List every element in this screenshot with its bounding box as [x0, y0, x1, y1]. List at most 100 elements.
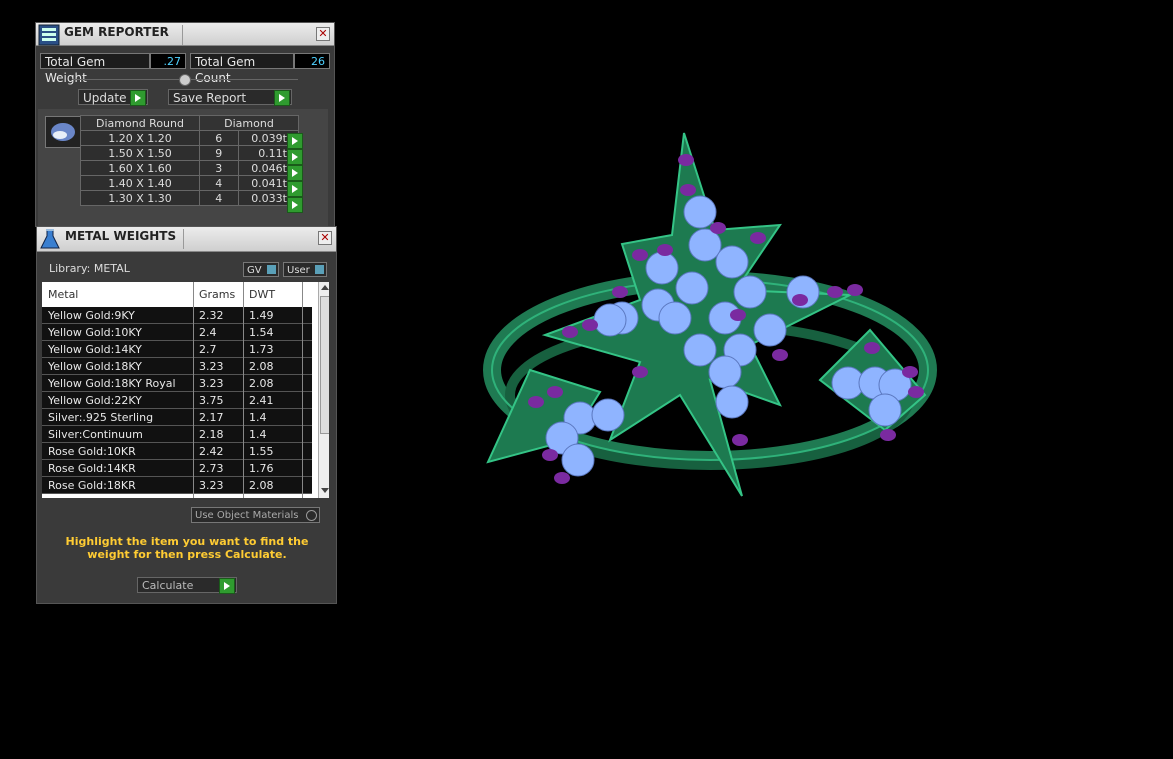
prong	[582, 319, 598, 331]
prong	[710, 222, 726, 234]
metal-weights-title: METAL WEIGHTS	[65, 229, 177, 243]
gem-row[interactable]: 1.20 X 1.20 6 0.039tw	[80, 130, 299, 146]
diamond-gem	[683, 333, 717, 367]
collapse-toggle-icon[interactable]	[179, 74, 191, 86]
gem-shape-header: Diamond Round	[80, 115, 200, 131]
gem-size: 1.20 X 1.20	[80, 130, 200, 146]
titlebar-divider	[183, 229, 184, 249]
metal-metal-cell: Yellow Gold:14KY	[48, 343, 142, 356]
column-divider	[243, 282, 244, 498]
diamond-gem	[715, 385, 749, 419]
prong	[678, 154, 694, 166]
prong	[542, 449, 558, 461]
prong	[528, 396, 544, 408]
metal-metal-cell: Rose Gold:14KR	[48, 462, 136, 475]
metal-metal-cell: Rose Gold:18KR	[48, 479, 136, 492]
gv-toggle-label: GV	[247, 265, 262, 276]
calculate-hint: Highlight the item you want to find the …	[65, 535, 309, 561]
prong	[554, 472, 570, 484]
metal-metal-cell: Rose Gold:10KR	[48, 445, 136, 458]
user-toggle-label: User	[287, 265, 310, 276]
select-gem-row-button[interactable]	[287, 165, 303, 181]
gem-reporter-titlebar[interactable]: GEM REPORTER ✕	[36, 23, 334, 46]
update-button[interactable]: Update	[78, 89, 148, 106]
diamond-gem	[591, 398, 625, 432]
gem-count: 4	[199, 190, 239, 206]
toggle-circle-icon	[306, 510, 317, 521]
table-row[interactable]: Rose Gold:10KR 2.42 1.55	[42, 443, 312, 460]
gem-row[interactable]: 1.50 X 1.50 9 0.11tw	[80, 145, 299, 161]
metal-metal-cell: Silver:.925 Sterling	[48, 411, 154, 424]
table-row[interactable]: Yellow Gold:18KY 3.23 2.08	[42, 358, 312, 375]
prong	[680, 184, 696, 196]
dwt-column-header[interactable]: DWT	[249, 288, 275, 301]
metal-list[interactable]: Metal Grams DWT Yellow Gold:9KY 2.32 1.49 Y…	[42, 282, 329, 498]
metal-metal-cell: Silver:Continuum	[48, 428, 143, 441]
diamond-gem	[645, 251, 679, 285]
diamond-gem	[708, 355, 742, 389]
user-toggle[interactable]: User	[283, 262, 327, 277]
prong	[562, 326, 578, 338]
scroll-up-icon[interactable]	[321, 285, 329, 290]
metal-grams-cell: 3.23	[199, 360, 224, 373]
gem-count: 6	[199, 130, 239, 146]
scroll-down-icon[interactable]	[321, 488, 329, 493]
table-row[interactable]: Yellow Gold:9KY 2.32 1.49	[42, 307, 312, 324]
gem-thumbnail	[45, 116, 81, 148]
metal-weights-titlebar[interactable]: METAL WEIGHTS ✕	[37, 227, 336, 252]
gem-row[interactable]: 1.30 X 1.30 4 0.033tw	[80, 190, 299, 206]
library-label: Library: METAL	[49, 262, 130, 275]
table-row[interactable]: Rose Gold:14KR 2.73 1.76	[42, 460, 312, 477]
use-object-materials-toggle[interactable]: Use Object Materials	[191, 507, 320, 523]
grams-column-header[interactable]: Grams	[199, 288, 235, 301]
metal-list-scrollbar[interactable]	[318, 282, 329, 498]
table-row[interactable]: Silver:Continuum 2.18 1.4	[42, 426, 312, 443]
prong	[730, 309, 746, 321]
metal-grams-cell: 3.23	[199, 479, 224, 492]
table-row[interactable]: Silver:.925 Sterling 2.17 1.4	[42, 409, 312, 426]
metal-grams-cell: 2.18	[199, 428, 224, 441]
gv-toggle[interactable]: GV	[243, 262, 279, 277]
gem-count: 4	[199, 175, 239, 191]
metal-column-header[interactable]: Metal	[48, 288, 78, 301]
prong	[902, 366, 918, 378]
metal-dwt-cell: 1.49	[249, 309, 274, 322]
gem-size: 1.60 X 1.60	[80, 160, 200, 176]
prong	[908, 386, 924, 398]
gem-row[interactable]: 1.60 X 1.60 3 0.046tw	[80, 160, 299, 176]
gem-reporter-title: GEM REPORTER	[64, 25, 169, 39]
scroll-thumb[interactable]	[320, 296, 329, 434]
save-report-button-label: Save Report	[173, 91, 247, 105]
select-gem-row-button[interactable]	[287, 197, 303, 213]
calculate-button[interactable]: Calculate	[137, 577, 237, 594]
metal-dwt-cell: 2.08	[249, 360, 274, 373]
close-icon[interactable]: ✕	[316, 27, 330, 41]
table-row[interactable]: Yellow Gold:18KY Royal 3.23 2.08	[42, 375, 312, 392]
total-gem-weight-value: .27	[150, 53, 186, 69]
close-icon[interactable]: ✕	[318, 231, 332, 245]
select-gem-row-button[interactable]	[287, 149, 303, 165]
select-gem-row-button[interactable]	[287, 181, 303, 197]
prong	[827, 286, 843, 298]
select-gem-row-button[interactable]	[287, 133, 303, 149]
flask-icon	[40, 229, 60, 249]
table-row[interactable]: Yellow Gold:14KY 2.7 1.73	[42, 341, 312, 358]
table-row[interactable]: Yellow Gold:22KY 3.75 2.41	[42, 392, 312, 409]
table-row[interactable]: Yellow Gold:10KY 2.4 1.54	[42, 324, 312, 341]
gem-table-header: Diamond Round Diamond	[80, 115, 299, 131]
prong	[864, 342, 880, 354]
titlebar-divider	[182, 25, 183, 45]
gem-row[interactable]: 1.40 X 1.40 4 0.041tw	[80, 175, 299, 191]
gem-table: Diamond Round Diamond 1.20 X 1.20 6 0.03…	[80, 115, 299, 206]
gem-count: 3	[199, 160, 239, 176]
metal-grams-cell: 2.17	[199, 411, 224, 424]
play-icon	[274, 90, 290, 106]
3d-viewport[interactable]	[340, 0, 1173, 756]
table-row[interactable]: Rose Gold:18KR 3.23 2.08	[42, 477, 312, 494]
metal-dwt-cell: 2.08	[249, 377, 274, 390]
diamond-gem	[683, 195, 717, 229]
prong	[547, 386, 563, 398]
gem-size: 1.40 X 1.40	[80, 175, 200, 191]
save-report-button[interactable]: Save Report	[168, 89, 292, 106]
gem-type-header: Diamond	[199, 115, 299, 131]
